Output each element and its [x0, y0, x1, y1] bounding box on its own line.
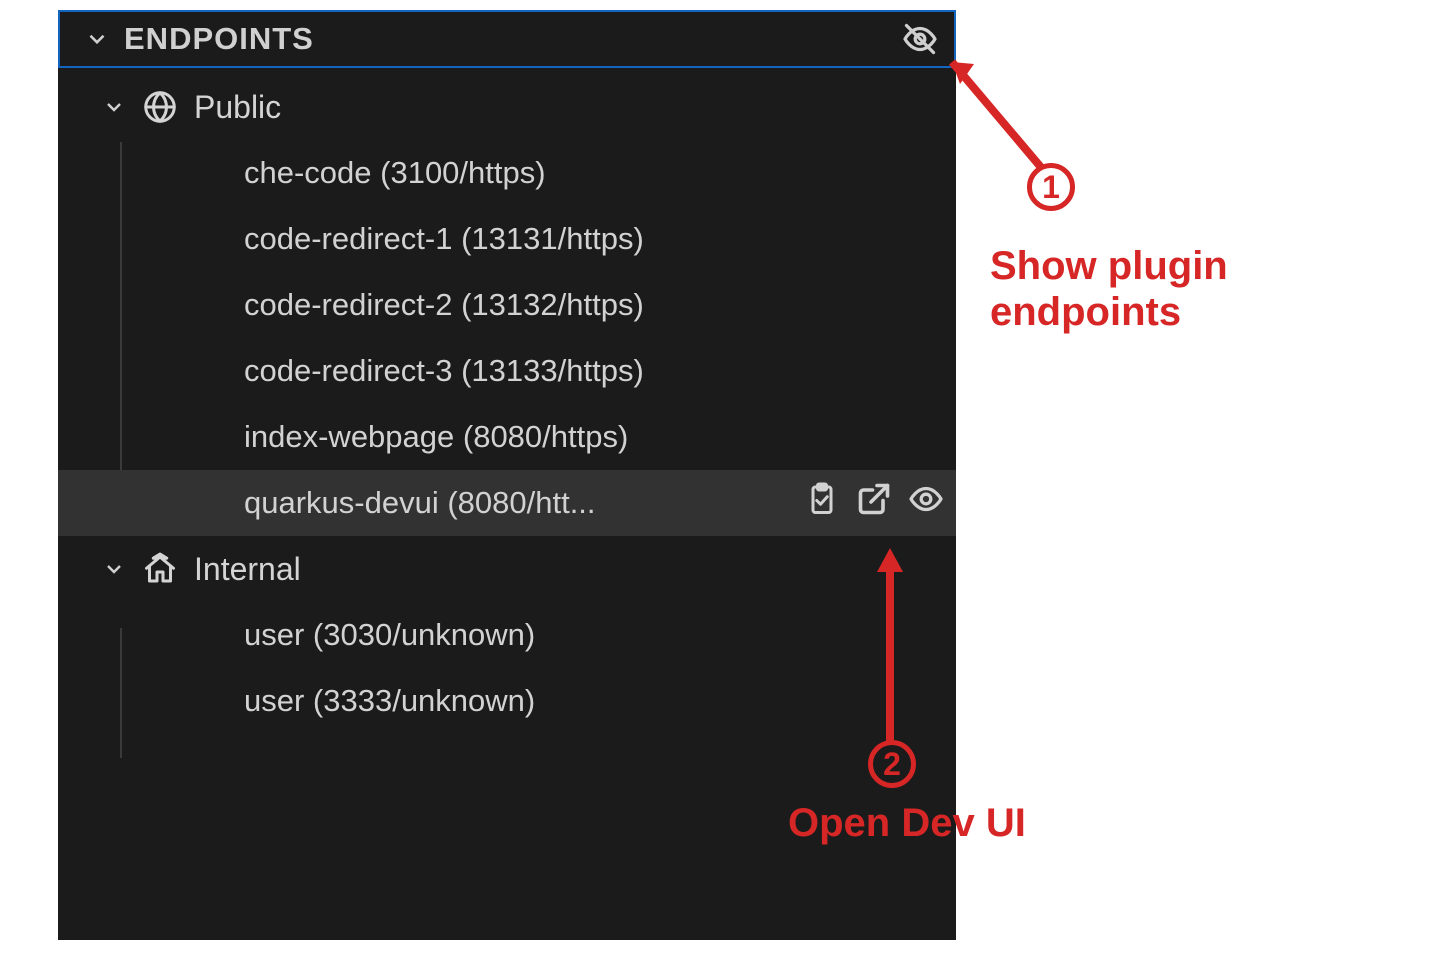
chevron-down-icon — [84, 26, 110, 52]
eye-off-icon[interactable] — [902, 21, 938, 57]
annotation-text-2: Open Dev UI — [788, 800, 1026, 846]
endpoint-label: che-code (3100/https) — [244, 155, 546, 191]
panel-title: ENDPOINTS — [124, 21, 314, 57]
group-row-public[interactable]: Public — [58, 74, 956, 140]
endpoint-label: code-redirect-2 (13132/https) — [244, 287, 644, 323]
annotation-badge-1: 1 — [1027, 163, 1075, 211]
eye-icon[interactable] — [908, 481, 944, 525]
annotation-badge-2: 2 — [868, 740, 916, 788]
endpoint-label: index-webpage (8080/https) — [244, 419, 628, 455]
chevron-down-icon — [102, 95, 126, 119]
endpoint-label: code-redirect-1 (13131/https) — [244, 221, 644, 257]
endpoint-label: quarkus-devui (8080/htt... — [244, 485, 596, 521]
endpoint-item[interactable]: user (3333/unknown) — [58, 668, 956, 734]
endpoint-label: user (3030/unknown) — [244, 617, 535, 653]
endpoints-tree: Public che-code (3100/https) code-redire… — [58, 68, 956, 734]
annotation-text-1: Show plugin endpoints — [990, 243, 1228, 335]
clipboard-icon[interactable] — [804, 481, 840, 525]
endpoint-item[interactable]: che-code (3100/https) — [58, 140, 956, 206]
endpoint-item[interactable]: user (3030/unknown) — [58, 602, 956, 668]
endpoints-panel-header[interactable]: ENDPOINTS — [58, 10, 956, 68]
endpoint-item[interactable]: index-webpage (8080/https) — [58, 404, 956, 470]
endpoint-item-quarkus-devui[interactable]: quarkus-devui (8080/htt... — [58, 470, 956, 536]
annotation-arrow-2 — [880, 540, 920, 760]
group-row-internal[interactable]: Internal — [58, 536, 956, 602]
globe-icon — [142, 89, 178, 125]
home-icon — [142, 551, 178, 587]
endpoint-label: code-redirect-3 (13133/https) — [244, 353, 644, 389]
endpoint-item[interactable]: code-redirect-2 (13132/https) — [58, 272, 956, 338]
endpoint-item[interactable]: code-redirect-1 (13131/https) — [58, 206, 956, 272]
group-label: Public — [194, 89, 281, 126]
endpoint-item[interactable]: code-redirect-3 (13133/https) — [58, 338, 956, 404]
endpoint-label: user (3333/unknown) — [244, 683, 535, 719]
group-label: Internal — [194, 551, 301, 588]
open-external-icon[interactable] — [856, 481, 892, 525]
chevron-down-icon — [102, 557, 126, 581]
